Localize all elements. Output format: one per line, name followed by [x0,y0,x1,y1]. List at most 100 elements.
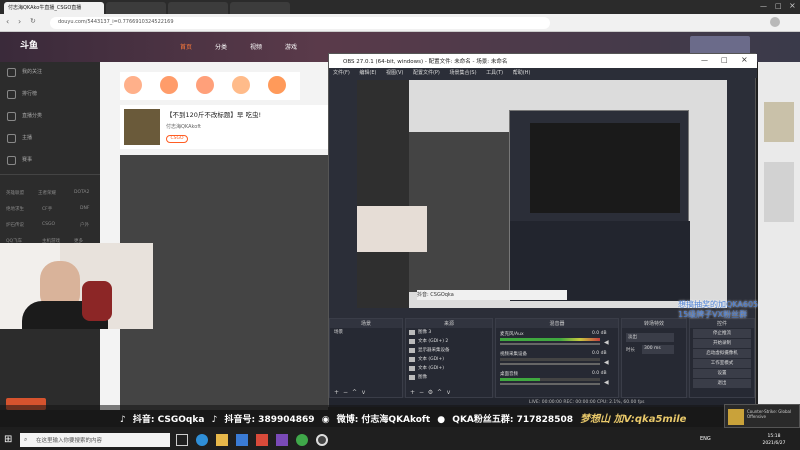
taskbar-clock[interactable]: 15:18 2021/6/27 [752,433,796,447]
remove-icon[interactable]: − [341,389,350,397]
activity-icon[interactable] [196,76,214,94]
browser-tab[interactable] [106,2,166,14]
clock-date: 2021/6/27 [762,441,786,446]
scene-item[interactable]: 场景 [330,328,402,337]
source-item[interactable]: 文本 (GDI+) 2 [406,337,492,346]
heart-icon [7,68,16,77]
maximize-icon[interactable]: □ [721,56,728,64]
add-icon[interactable]: + [408,389,417,397]
sidebar-item-rank[interactable]: 排行榜 [0,84,100,106]
task-view-icon[interactable] [176,434,188,446]
stop-streaming-button[interactable]: 停止推流 [693,329,751,338]
obs-icon[interactable] [316,434,328,446]
nav-game[interactable]: 游戏 [285,42,305,52]
folder-icon[interactable] [216,434,228,446]
category-link[interactable]: 炉石传说 [6,222,24,228]
sidebar-item-streamer[interactable]: 主播 [0,128,100,150]
category-link[interactable]: 绝地求生 [6,206,24,212]
browser-tab-active[interactable]: 付志海QKAko牛直播_CSGO直播 [4,2,104,14]
category-link[interactable]: 户外 [80,222,89,228]
gear-icon[interactable]: ⚙ [426,389,435,397]
menu-edit[interactable]: 编辑(E) [359,70,376,76]
virtual-camera-button[interactable]: 启动虚拟摄像机 [693,349,751,358]
source-item[interactable]: 图像 3 [406,328,492,337]
source-item[interactable]: 文本 (GDI+) [406,355,492,364]
reload-icon[interactable]: ↻ [30,17,36,25]
up-icon[interactable]: ^ [435,389,444,397]
maximize-icon[interactable]: □ [775,2,785,12]
up-icon[interactable]: ^ [350,389,359,397]
taskbar-search-input[interactable]: ⌕ 在这里输入你要搜索的内容 [20,433,170,447]
url-input[interactable]: douyu.com/5443137_i=0.7766910324522169 [50,17,550,29]
menu-help[interactable]: 帮助(H) [513,70,531,76]
category-link[interactable]: CF手 [42,206,52,212]
category-link[interactable]: DOTA2 [74,190,89,195]
menu-profile[interactable]: 配置文件(P) [413,70,440,76]
transition-select[interactable]: 淡出 [626,333,674,342]
activity-icon[interactable] [232,76,250,94]
start-recording-button[interactable]: 开始录制 [693,339,751,348]
avatar[interactable] [770,17,780,27]
duration-input[interactable]: 300 ms [642,345,674,354]
add-icon[interactable]: + [332,389,341,397]
nav-category[interactable]: 分类 [215,42,235,52]
language-indicator[interactable]: ENG [700,436,711,442]
streamer-name[interactable]: 付志海QKAkoft [166,123,201,130]
banner-tiktok-id: 抖音号: 389904869 [224,415,315,425]
activity-icon[interactable] [268,76,286,94]
app-icon[interactable] [276,434,288,446]
app-icon[interactable] [256,434,268,446]
weibo-icon: ◉ [321,415,330,425]
browser-tab[interactable] [230,2,290,14]
menu-view[interactable]: 视图(V) [386,70,403,76]
sidebar-item-esports[interactable]: 赛事 [0,150,100,172]
sidebar-item-follow[interactable]: 我的关注 [0,62,100,84]
studio-mode-button[interactable]: 工作室模式 [693,359,751,368]
speaker-icon[interactable]: ◀ [604,339,609,346]
activity-icon[interactable] [160,76,178,94]
menu-tools[interactable]: 工具(T) [486,70,503,76]
settings-button[interactable]: 设置 [693,369,751,378]
menu-scene-collection[interactable]: 场景集合(S) [449,70,476,76]
category-link[interactable]: 英雄联盟 [6,190,24,196]
site-logo[interactable]: 斗鱼 [20,38,80,56]
volume-slider[interactable] [500,363,600,365]
obs-preview-canvas[interactable]: 抖音: CSGOqka [357,80,727,308]
source-item[interactable]: 图像 [406,373,492,382]
source-item[interactable]: 文本 (GDI+) [406,364,492,373]
speaker-icon[interactable]: ◀ [604,379,609,386]
category-tag[interactable]: CSGO [166,135,188,143]
notification-toast[interactable]: Counter-Strike: Global Offensive [724,404,800,428]
source-label: 文本 (GDI+) 2 [418,339,449,344]
exit-button[interactable]: 退出 [693,379,751,388]
category-link[interactable]: 王者荣耀 [38,190,56,196]
remove-icon[interactable]: − [417,389,426,397]
down-icon[interactable]: v [359,389,368,397]
nav-home[interactable]: 首页 [180,42,194,52]
nav-video[interactable]: 视频 [250,42,270,52]
edge-icon[interactable] [196,434,208,446]
sidebar-item-category[interactable]: 直播分类 [0,106,100,128]
category-link[interactable]: CSGO [42,222,55,227]
forward-icon[interactable]: › [18,17,21,26]
source-label: 显示器采集设备 [418,348,450,353]
chrome-icon[interactable] [296,434,308,446]
activity-icon[interactable] [124,76,142,94]
browser-tab[interactable] [168,2,228,14]
menu-file[interactable]: 文件(F) [333,70,350,76]
close-icon[interactable]: × [741,55,748,64]
store-icon[interactable] [236,434,248,446]
speaker-icon[interactable]: ◀ [604,359,609,366]
streamer-avatar[interactable] [124,109,160,145]
volume-slider[interactable] [500,343,600,345]
category-link[interactable]: DNF [80,206,89,211]
windows-start-icon[interactable]: ⊞ [4,434,16,446]
volume-slider[interactable] [500,383,600,385]
back-icon[interactable]: ‹ [6,17,9,26]
close-icon[interactable]: × [789,1,799,11]
source-item[interactable]: 显示器采集设备 [406,346,492,355]
down-icon[interactable]: v [444,389,453,397]
minimize-icon[interactable]: — [701,56,708,64]
minimize-icon[interactable]: — [760,2,770,12]
tiktok-icon: ♪ [120,415,126,425]
